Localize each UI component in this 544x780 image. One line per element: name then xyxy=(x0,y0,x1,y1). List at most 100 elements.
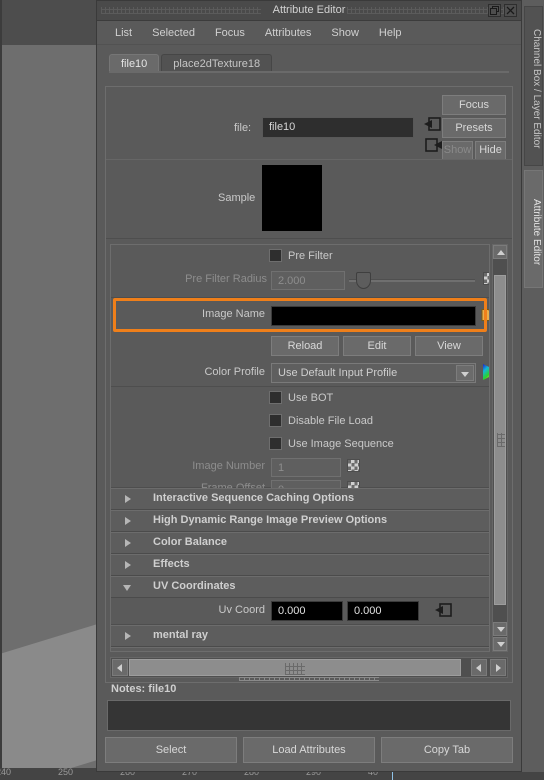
scrollbar-grip xyxy=(285,663,305,675)
section-label: mental ray xyxy=(153,629,209,641)
section-label: Color Balance xyxy=(153,536,227,548)
chevron-right-icon xyxy=(125,561,131,569)
scroll-down-icon-2[interactable] xyxy=(493,637,507,651)
chevron-down-icon xyxy=(123,585,131,591)
color-profile-rainbow-icon[interactable] xyxy=(481,363,489,381)
menu-item-selected[interactable]: Selected xyxy=(142,25,205,41)
disable-file-load-checkbox[interactable] xyxy=(269,414,282,427)
section-label: High Dynamic Range Image Preview Options xyxy=(153,514,388,526)
viewport-ground-plane xyxy=(0,619,100,772)
timeline-tick-label: 240 xyxy=(0,768,12,777)
use-bot-checkbox[interactable] xyxy=(269,391,282,404)
section-node-behavior[interactable]: Node Behavior xyxy=(111,647,489,652)
uv-coord-v-input[interactable]: 0.000 xyxy=(347,601,419,621)
chevron-right-icon xyxy=(125,632,131,640)
vertical-scrollbar-thumb[interactable] xyxy=(494,275,506,605)
load-attributes-button[interactable]: Load Attributes xyxy=(243,737,375,763)
color-profile-row: Color Profile Use Default Input Profile xyxy=(111,360,489,387)
image-number-label: Image Number xyxy=(192,460,265,472)
menu-item-show[interactable]: Show xyxy=(321,25,369,41)
right-vertical-tabs: Channel Box / Layer Editor Attribute Edi… xyxy=(522,0,544,772)
color-profile-label: Color Profile xyxy=(204,366,265,378)
section-effects[interactable]: Effects xyxy=(111,554,489,576)
reload-button[interactable]: Reload xyxy=(271,336,339,356)
image-number-row: Image Number 1 xyxy=(111,456,489,478)
viewport-top-strip xyxy=(0,0,100,45)
image-name-row: Image Name xyxy=(111,298,489,332)
notes-textarea[interactable] xyxy=(107,700,511,731)
image-number-keyframe-icon[interactable] xyxy=(347,459,360,472)
attribute-panel-body: file: file10 Focus Presets Show Hide Sam… xyxy=(105,86,513,683)
section-interactive-sequence-caching-options[interactable]: Interactive Sequence Caching Options xyxy=(111,488,489,510)
disable-file-load-row: Disable File Load xyxy=(111,410,489,433)
close-icon[interactable] xyxy=(504,4,517,17)
pre-filter-row: Pre Filter xyxy=(111,245,489,268)
presets-button[interactable]: Presets xyxy=(442,118,506,138)
vertical-tab-channel-box-layer-editor[interactable]: Channel Box / Layer Editor xyxy=(524,6,543,166)
chevron-right-icon xyxy=(125,539,131,547)
section-mental-ray[interactable]: mental ray xyxy=(111,625,489,647)
uv-coord-connection-icon[interactable] xyxy=(435,603,453,617)
section-label: Node Behavior xyxy=(153,651,231,652)
use-image-sequence-checkbox[interactable] xyxy=(269,437,282,450)
scrollbar-grip xyxy=(497,433,505,447)
image-action-buttons-row: Reload Edit View xyxy=(111,334,489,360)
image-name-input[interactable] xyxy=(271,306,476,326)
view-button[interactable]: View xyxy=(415,336,483,356)
edit-button[interactable]: Edit xyxy=(343,336,411,356)
scroll-down-icon[interactable] xyxy=(493,622,507,636)
section-high-dynamic-range-image-preview-options[interactable]: High Dynamic Range Image Preview Options xyxy=(111,510,489,532)
node-name-row: file: file10 Focus Presets Show Hide xyxy=(106,87,512,160)
scroll-left-icon-2[interactable] xyxy=(471,659,487,676)
pre-filter-radius-label: Pre Filter Radius xyxy=(185,273,267,285)
pre-filter-radius-slider-knob[interactable] xyxy=(356,272,371,289)
show-button[interactable]: Show xyxy=(442,141,473,160)
image-name-label: Image Name xyxy=(202,308,265,320)
section-label: Interactive Sequence Caching Options xyxy=(153,492,355,504)
output-connection-icon[interactable] xyxy=(424,138,442,152)
menu-item-focus[interactable]: Focus xyxy=(205,25,255,41)
section-color-balance[interactable]: Color Balance xyxy=(111,532,489,554)
file-name-input[interactable]: file10 xyxy=(262,117,414,138)
pre-filter-radius-keyframe-icon[interactable] xyxy=(483,272,489,285)
menu-item-list[interactable]: List xyxy=(105,25,142,41)
viewport-left-edge xyxy=(0,0,2,772)
folder-browse-icon[interactable] xyxy=(481,307,489,322)
section-uv-coordinates[interactable]: UV Coordinates xyxy=(111,576,489,598)
hide-button[interactable]: Hide xyxy=(475,141,506,160)
uv-coord-u-input[interactable]: 0.000 xyxy=(271,601,343,621)
vertical-scrollbar[interactable] xyxy=(492,244,508,652)
panel-splitter-grip[interactable] xyxy=(239,677,379,681)
horizontal-scrollbar[interactable] xyxy=(110,657,508,678)
menu-item-help[interactable]: Help xyxy=(369,25,412,41)
sample-row: Sample xyxy=(106,159,512,239)
viewport-3d[interactable] xyxy=(0,0,100,772)
window-titlebar[interactable]: Attribute Editor xyxy=(97,1,521,21)
chevron-down-icon[interactable] xyxy=(456,365,474,381)
vertical-tab-attribute-editor[interactable]: Attribute Editor xyxy=(524,170,543,288)
notes-section: Notes: file10 xyxy=(105,677,513,731)
scroll-right-icon[interactable] xyxy=(490,659,506,676)
focus-button[interactable]: Focus xyxy=(442,95,506,115)
use-image-sequence-row: Use Image Sequence xyxy=(111,433,489,456)
use-image-sequence-label: Use Image Sequence xyxy=(288,438,394,450)
select-button[interactable]: Select xyxy=(105,737,237,763)
chevron-right-icon xyxy=(125,495,131,503)
color-profile-dropdown[interactable]: Use Default Input Profile xyxy=(271,363,476,383)
sample-swatch[interactable] xyxy=(262,165,322,231)
image-number-input[interactable]: 1 xyxy=(271,458,341,477)
restore-icon[interactable] xyxy=(488,4,501,17)
color-profile-value: Use Default Input Profile xyxy=(278,367,398,379)
menubar: List Selected Focus Attributes Show Help xyxy=(97,21,521,45)
scroll-left-icon[interactable] xyxy=(112,659,128,676)
copy-tab-button[interactable]: Copy Tab xyxy=(381,737,513,763)
horizontal-scrollbar-thumb[interactable] xyxy=(129,659,461,676)
attribute-scroll-area: Pre Filter Pre Filter Radius 2.000 Image… xyxy=(110,244,490,652)
pre-filter-checkbox[interactable] xyxy=(269,249,282,262)
scroll-up-icon[interactable] xyxy=(493,245,507,259)
menu-item-attributes[interactable]: Attributes xyxy=(255,25,321,41)
section-label: Effects xyxy=(153,558,190,570)
pre-filter-radius-input[interactable]: 2.000 xyxy=(271,271,345,290)
input-connection-icon[interactable] xyxy=(424,117,442,131)
image-name-group: Image Name xyxy=(111,298,489,334)
